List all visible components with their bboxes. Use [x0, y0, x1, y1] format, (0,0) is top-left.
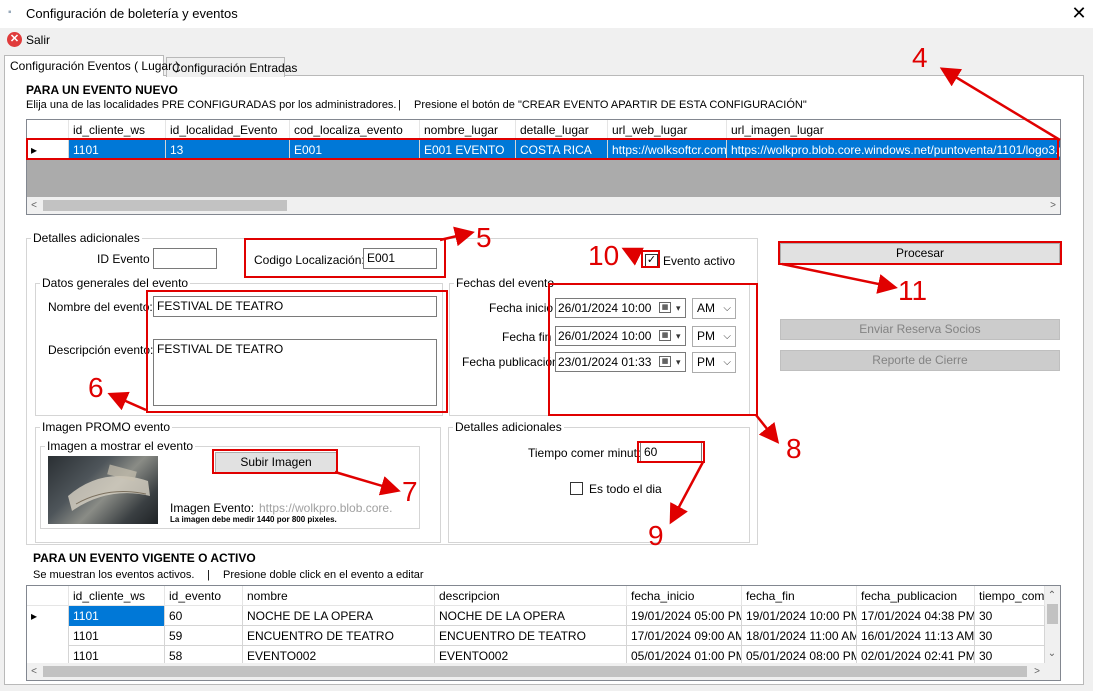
annotation-label-10: 10 — [588, 240, 620, 271]
annotation-label-4: 4 — [912, 42, 928, 73]
annotation-label-6: 6 — [88, 372, 104, 403]
annotation-label-8: 8 — [786, 433, 802, 464]
annotation-label-7: 7 — [402, 476, 418, 507]
annotation-arrows — [107, 67, 1061, 525]
annotation-label-9: 9 — [648, 520, 664, 551]
annotation-label-11: 11 — [898, 275, 928, 306]
annotation-label-5: 5 — [476, 222, 492, 253]
tab-configuracion-eventos[interactable]: Configuración Eventos ( Lugar ) — [4, 55, 179, 76]
